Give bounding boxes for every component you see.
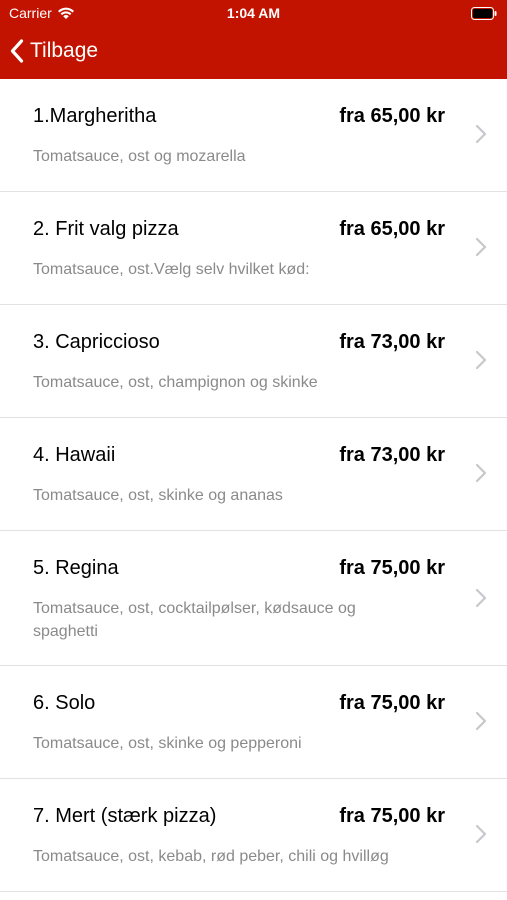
navigation-bar: Tilbage [0,28,507,79]
item-description: Tomatsauce, ost, skinke og ananas [33,487,283,504]
item-name: 3. Capriccioso [33,331,160,353]
item-name: 1.Margheritha [33,105,157,127]
list-item[interactable]: 6. Solo fra 75,00 kr Tomatsauce, ost, sk… [0,666,507,779]
item-price: fra 75,00 kr [339,805,445,827]
status-bar: Carrier 1:04 AM [0,0,507,28]
back-button[interactable]: Tilbage [10,36,98,66]
chevron-right-icon [475,237,487,257]
item-price: fra 75,00 kr [339,557,445,579]
chevron-right-icon [475,463,487,483]
list-item[interactable]: 3. Capriccioso fra 73,00 kr Tomatsauce, … [0,305,507,418]
item-price: fra 65,00 kr [339,218,445,240]
list-item[interactable]: 5. Regina fra 75,00 kr Tomatsauce, ost, … [0,531,507,666]
item-name: 6. Solo [33,692,96,714]
back-label: Tilbage [30,39,99,62]
item-name: 4. Hawaii [33,444,116,466]
chevron-right-icon [475,588,487,608]
item-description: Tomatsauce, ost.Vælg selv hvilket kød: [33,261,310,278]
item-name: 5. Regina [33,557,119,579]
pizza-list: 1.Margheritha fra 65,00 kr Tomatsauce, o… [0,79,507,900]
battery-icon [471,7,497,20]
item-description: Tomatsauce, ost, cocktailpølser, kødsauc… [33,600,356,640]
chevron-right-icon [475,124,487,144]
item-price: fra 73,00 kr [339,331,445,353]
item-name: 2. Frit valg pizza [33,218,179,240]
item-price: fra 65,00 kr [339,105,445,127]
list-item[interactable]: 2. Frit valg pizza fra 65,00 kr Tomatsau… [0,192,507,305]
item-name: 7. Mert (stærk pizza) [33,805,217,827]
list-item[interactable]: 7. Mert (stærk pizza) fra 75,00 kr Tomat… [0,779,507,892]
chevron-right-icon [475,824,487,844]
item-description: Tomatsauce, ost og mozarella [33,148,246,165]
item-description: Tomatsauce, ost, champignon og skinke [33,374,318,391]
chevron-right-icon [475,711,487,731]
list-item[interactable]: 1.Margheritha fra 65,00 kr Tomatsauce, o… [0,79,507,192]
chevron-left-icon [10,39,24,63]
status-time: 1:04 AM [226,5,281,21]
header: Carrier 1:04 AM Tilbage [0,0,507,79]
item-price: fra 75,00 kr [339,692,445,714]
item-description: Tomatsauce, ost, skinke og pepperoni [33,735,302,752]
chevron-right-icon [475,350,487,370]
list-item[interactable]: 4. Hawaii fra 73,00 kr Tomatsauce, ost, … [0,418,507,531]
item-price: fra 73,00 kr [339,444,445,466]
item-description: Tomatsauce, ost, kebab, rød peber, chili… [33,848,389,865]
